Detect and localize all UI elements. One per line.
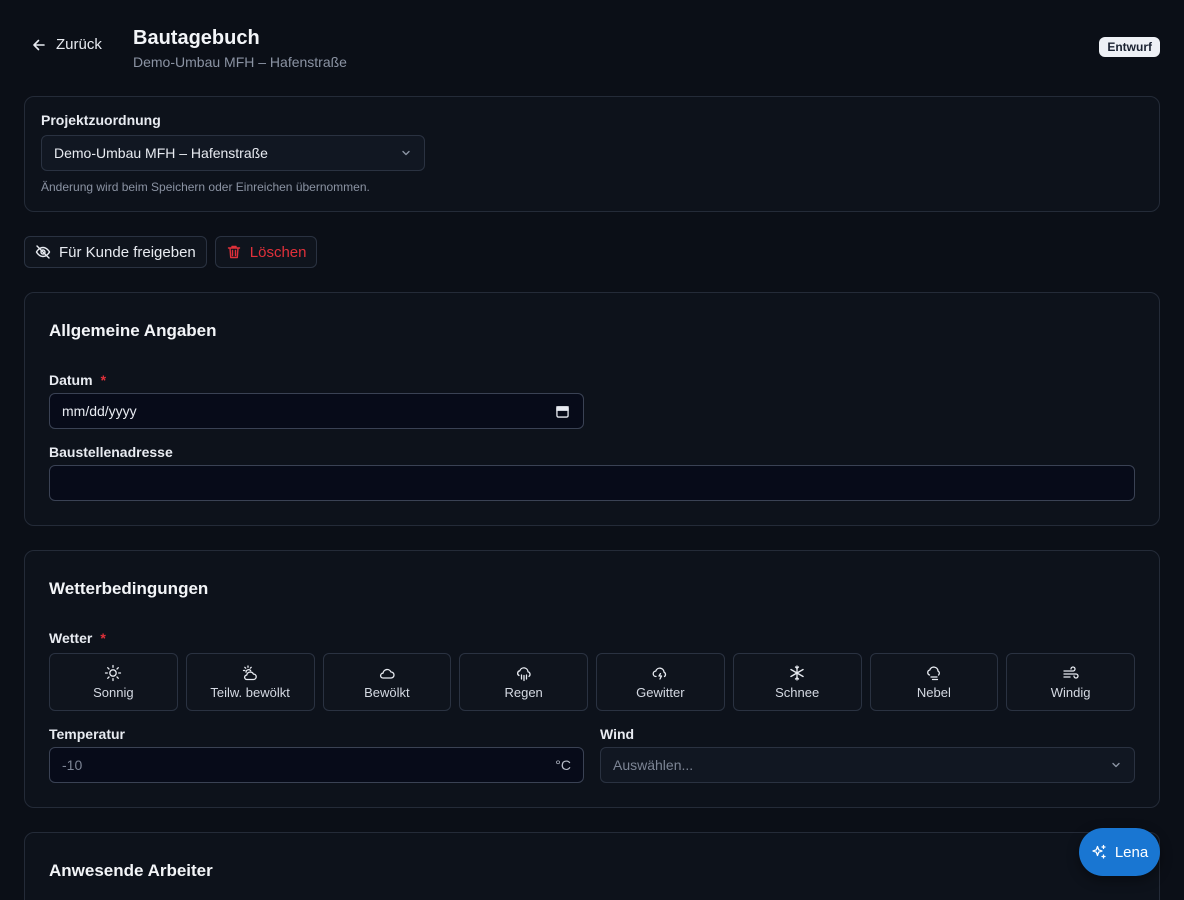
status-badge: Entwurf (1099, 37, 1160, 57)
arrow-left-icon (33, 39, 45, 50)
weather-option-cloudy[interactable]: Bewölkt (322, 653, 452, 711)
wind-placeholder: Auswählen... (613, 757, 694, 773)
sparkles-icon (1092, 844, 1106, 859)
weather-option-windy[interactable]: Windig (1006, 653, 1135, 711)
date-label: Datum * (49, 372, 106, 388)
weather-option-rain[interactable]: Regen (459, 653, 588, 711)
cloud-lightning-icon (652, 667, 667, 680)
title-block: Bautagebuch Demo-Umbau MFH – Hafenstraße (133, 26, 347, 70)
temperature-placeholder: -10 (62, 757, 83, 773)
weather-option-sunny[interactable]: Sonnig (49, 653, 178, 711)
snowflake-icon (790, 665, 804, 681)
section-title-workers: Anwesende Arbeiter (49, 861, 213, 880)
weather-option-partly-cloudy[interactable]: Teilw. bewölkt (185, 653, 315, 711)
cloud-fog-icon (926, 666, 940, 681)
date-label-text: Datum (49, 372, 93, 388)
cloud-sun-icon (242, 665, 257, 681)
page-title: Bautagebuch (133, 27, 260, 49)
project-label: Projektzuordnung (41, 112, 161, 128)
calendar-icon[interactable] (556, 405, 569, 418)
weather-option-label: Windig (1050, 685, 1091, 700)
section-title-weather: Wetterbedingungen (49, 579, 209, 598)
section-title-general: Allgemeine Angaben (49, 321, 217, 340)
workers-card: Anwesende Arbeiter (24, 832, 1160, 900)
project-select[interactable]: Demo-Umbau MFH – Hafenstraße (41, 135, 425, 171)
weather-option-label: Bewölkt (364, 685, 410, 700)
release-to-customer-button[interactable]: Für Kunde freigeben (24, 236, 207, 268)
back-button[interactable]: Zurück (32, 36, 102, 53)
temperature-label: Temperatur (49, 726, 125, 742)
wind-select[interactable]: Auswählen... (600, 747, 1135, 783)
project-hint: Änderung wird beim Speichern oder Einrei… (41, 180, 370, 194)
weather-option-label: Nebel (916, 685, 951, 700)
trash-icon (227, 245, 240, 259)
assistant-button[interactable]: Lena (1079, 828, 1160, 876)
general-info-card: Allgemeine Angaben Datum * mm/dd/yyyy Bau… (24, 292, 1160, 526)
delete-button[interactable]: Löschen (214, 236, 318, 268)
weather-option-label: Teilw. bewölkt (210, 685, 290, 700)
chevron-down-icon (402, 150, 410, 156)
date-placeholder: mm/dd/yyyy (62, 403, 137, 419)
required-mark: * (100, 630, 106, 646)
weather-option-fog[interactable]: Nebel (869, 653, 999, 711)
weather-options: Sonnig Teilw. bewölkt Bewölkt Regen Gewi… (49, 653, 1135, 711)
address-label: Baustellenadresse (49, 444, 173, 460)
weather-option-label: Schnee (775, 685, 820, 700)
page-subtitle: Demo-Umbau MFH – Hafenstraße (133, 54, 347, 70)
wind-label: Wind (600, 726, 635, 742)
cloud-rain-icon (516, 667, 531, 682)
project-assignment-card: Projektzuordnung Demo-Umbau MFH – Hafens… (24, 96, 1160, 212)
temperature-input[interactable]: -10 °C (49, 747, 584, 783)
weather-card: Wetterbedingungen Wetter * Sonnig Teilw. … (24, 550, 1160, 808)
date-input[interactable]: mm/dd/yyyy (49, 393, 584, 429)
weather-label: Wetter * (49, 630, 106, 646)
weather-option-label: Regen (504, 685, 543, 700)
weather-option-label: Sonnig (93, 685, 134, 700)
eye-off-icon (35, 245, 51, 259)
temperature-unit: °C (555, 757, 571, 773)
page-header: Zurück Bautagebuch Demo-Umbau MFH – Hafe… (24, 24, 1160, 74)
action-row: Für Kunde freigeben Löschen (24, 236, 318, 268)
weather-option-snow[interactable]: Schnee (732, 653, 862, 711)
chevron-down-icon (1112, 762, 1120, 768)
delete-label: Löschen (249, 243, 307, 261)
weather-option-thunderstorm[interactable]: Gewitter (596, 653, 725, 711)
wind-icon (1062, 666, 1079, 679)
required-mark: * (100, 372, 107, 388)
sun-icon (105, 664, 122, 682)
weather-option-label: Gewitter (636, 685, 685, 700)
release-label: Für Kunde freigeben (59, 243, 196, 261)
cloud-icon (379, 668, 395, 679)
project-select-value: Demo-Umbau MFH – Hafenstraße (54, 145, 268, 161)
address-input[interactable] (49, 465, 1135, 501)
back-label: Zurück (56, 36, 102, 53)
weather-label-text: Wetter (49, 630, 93, 646)
assistant-label: Lena (1114, 843, 1149, 861)
